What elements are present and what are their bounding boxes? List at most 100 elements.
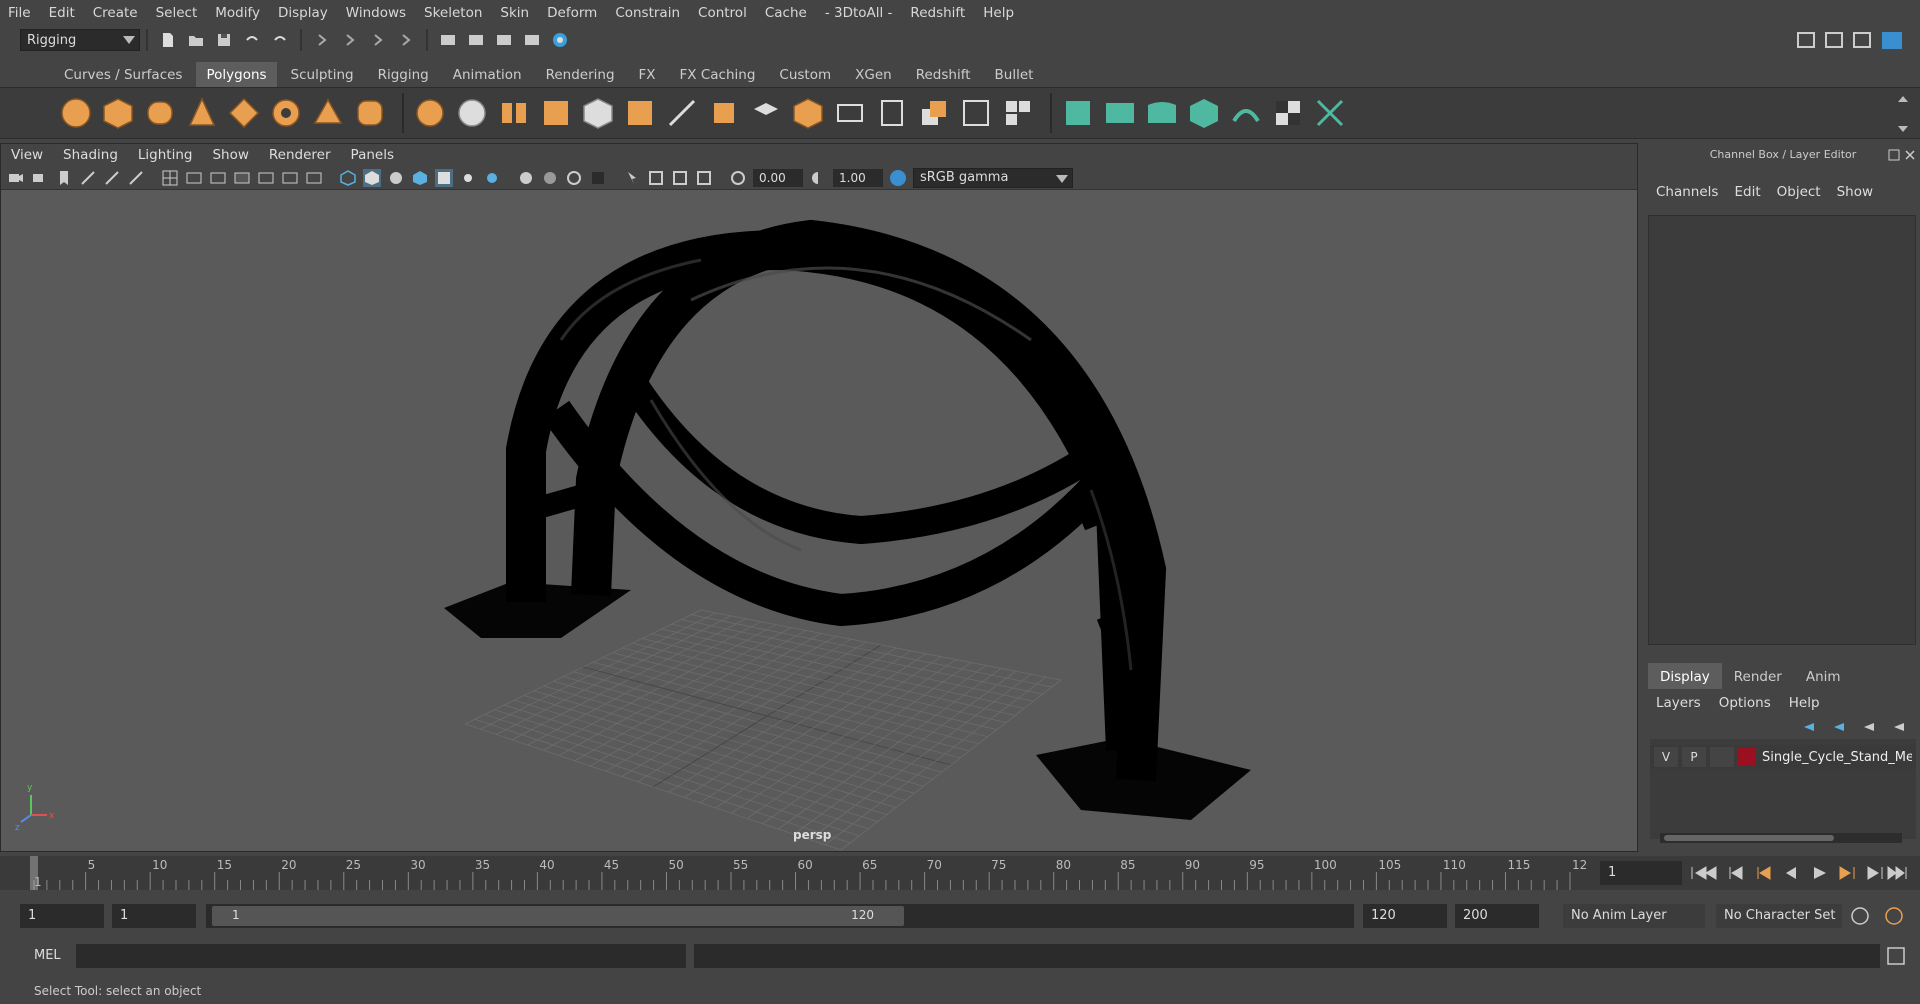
separate-icon[interactable] [454,95,490,131]
menu-display[interactable]: Display [278,5,328,21]
layer-playback-toggle[interactable]: P [1682,747,1706,767]
menu-constrain[interactable]: Constrain [615,5,680,21]
render-view-icon[interactable] [439,31,457,49]
grid-icon[interactable] [161,169,179,187]
target-weld-icon[interactable] [706,95,742,131]
menu-modify[interactable]: Modify [215,5,260,21]
image-plane-icon[interactable] [79,169,97,187]
gamma-icon[interactable] [809,169,827,187]
uv-auto-icon[interactable] [1186,95,1222,131]
layer-tab-render[interactable]: Render [1722,663,1794,689]
bookmark-icon[interactable] [55,169,73,187]
shelf-tab-rigging[interactable]: Rigging [368,62,439,87]
checker-icon[interactable] [1270,95,1306,131]
resolution-gate-icon[interactable] [209,169,227,187]
xray-icon[interactable] [647,169,665,187]
hypershade-icon[interactable] [551,31,569,49]
poly-torus-icon[interactable] [268,95,304,131]
menu-control[interactable]: Control [698,5,747,21]
playback-start-field[interactable]: 1 [112,904,196,928]
uv-cylindrical-icon[interactable] [1102,95,1138,131]
menu-edit[interactable]: Edit [49,5,75,21]
layer-menu-help[interactable]: Help [1789,695,1820,711]
textured-icon[interactable] [435,168,453,187]
viewport-menu-shading[interactable]: Shading [63,147,118,163]
script-type-label[interactable]: MEL [34,948,61,963]
menu-windows[interactable]: Windows [346,5,406,21]
bridge-icon[interactable] [832,95,868,131]
time-ruler[interactable]: 1510152025303540455055606570758085909510… [30,856,1586,890]
menu-skin[interactable]: Skin [500,5,529,21]
uv-editor-icon[interactable] [1228,95,1264,131]
current-frame-field[interactable]: 1 [1600,861,1682,885]
fill-hole-icon[interactable] [958,95,994,131]
film-gate-icon[interactable] [185,169,203,187]
viewport-menu-show[interactable]: Show [212,147,248,163]
combine-icon[interactable] [412,95,448,131]
end-frame-field[interactable]: 200 [1455,904,1539,928]
save-scene-icon[interactable] [215,31,233,49]
smooth-shade-icon[interactable] [363,168,381,187]
uv-spherical-icon[interactable] [1144,95,1180,131]
poly-sphere-icon[interactable] [58,95,94,131]
shelf-tab-bullet[interactable]: Bullet [985,62,1044,87]
poly-pyramid-icon[interactable] [310,95,346,131]
menu-skeleton[interactable]: Skeleton [424,5,482,21]
layer-tab-anim[interactable]: Anim [1794,663,1853,689]
channel-menu-show[interactable]: Show [1837,184,1873,200]
menu-select[interactable]: Select [156,5,198,21]
lighting-icon[interactable] [459,169,477,187]
safe-action-icon[interactable] [281,169,299,187]
menu-file[interactable]: File [8,5,31,21]
grease-pencil-icon[interactable] [127,169,145,187]
wireframe-icon[interactable] [339,169,357,187]
layer-horizontal-scrollbar[interactable] [1660,833,1902,843]
wireframe-on-shaded-icon[interactable] [411,169,429,187]
shelf-tab-redshift[interactable]: Redshift [906,62,981,87]
shelf-scroll-icon[interactable] [1896,94,1910,134]
layer-color-swatch[interactable] [1738,748,1756,766]
select-object-icon[interactable] [341,31,359,49]
gate-mask-icon[interactable] [233,169,251,187]
select-hierarchy-icon[interactable] [313,31,331,49]
ipr-render-icon[interactable] [495,31,513,49]
smooth-icon[interactable] [538,95,574,131]
redo-icon[interactable] [271,31,289,49]
shelf-tab-curves-surfaces[interactable]: Curves / Surfaces [54,62,192,87]
menu-help[interactable]: Help [983,5,1014,21]
safe-title-icon[interactable] [305,169,323,187]
uv-planar-icon[interactable] [1060,95,1096,131]
layer-row[interactable]: V P Single_Cycle_Stand_Metal [1650,745,1916,769]
channel-box-body[interactable] [1648,215,1916,645]
menu-deform[interactable]: Deform [547,5,597,21]
channel-menu-edit[interactable]: Edit [1734,184,1760,200]
exposure-field[interactable]: 0.00 [753,168,803,187]
depth-of-field-icon[interactable] [589,169,607,187]
layer-visibility-toggle[interactable]: V [1654,747,1678,767]
uv-cut-sew-icon[interactable] [1312,95,1348,131]
xray-joints-icon[interactable] [671,169,689,187]
playback-controls[interactable] [1688,865,1908,881]
camera-icon[interactable] [7,169,25,187]
script-editor-icon[interactable] [1886,946,1906,966]
shadows-icon[interactable] [483,169,501,187]
merge-icon[interactable] [916,95,952,131]
mirror-icon[interactable] [622,95,658,131]
anti-aliasing-icon[interactable] [565,169,583,187]
layer-buttons[interactable] [1800,719,1910,735]
menu-set-dropdown[interactable]: Rigging [20,29,140,51]
character-set-dropdown[interactable]: No Character Set [1716,904,1842,928]
scrollbar-thumb[interactable] [1664,835,1834,841]
poly-cube-icon[interactable] [100,95,136,131]
layer-menu-layers[interactable]: Layers [1656,695,1701,711]
shelf-tab-rendering[interactable]: Rendering [536,62,625,87]
select-component-icon[interactable] [369,31,387,49]
exposure-icon[interactable] [729,169,747,187]
xray-components-icon[interactable] [695,169,713,187]
motion-blur-icon[interactable] [541,169,559,187]
viewport-menu-lighting[interactable]: Lighting [138,147,193,163]
layer-display-type[interactable] [1710,747,1734,767]
range-slider-handle[interactable]: 1 120 [212,906,904,926]
bike-stand-model[interactable] [444,219,1251,820]
shelf-tab-polygons[interactable]: Polygons [196,62,277,87]
